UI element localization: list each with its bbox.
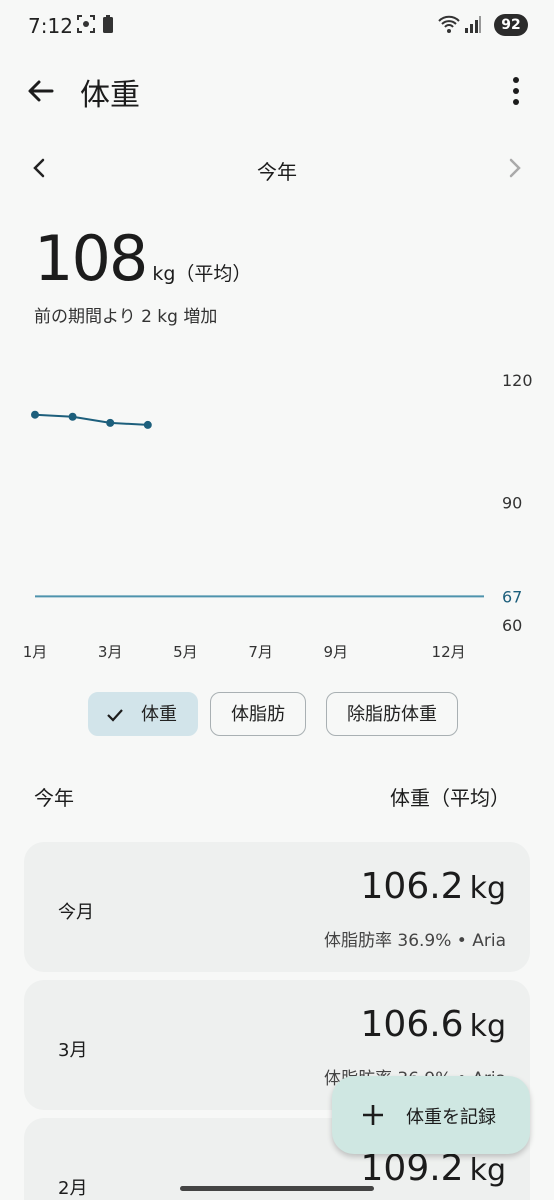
average-weight: 108 kg（平均） <box>34 222 251 295</box>
log-weight-label: 体重を記録 <box>406 1107 496 1128</box>
row-value-number: 109.2 <box>360 1148 464 1189</box>
period-label: 今年 <box>257 160 297 184</box>
battery-saver-icon <box>103 15 113 33</box>
x-tick-label: 1月 <box>23 643 48 661</box>
y-tick-label: 90 <box>502 494 522 513</box>
data-point <box>31 410 39 419</box>
x-tick-label: 12月 <box>432 643 466 661</box>
row-period: 2月 <box>58 1178 88 1199</box>
log-weight-button[interactable]: 体重を記録 <box>332 1076 530 1154</box>
status-time: 7:12 <box>28 14 73 38</box>
weight-change-text: 前の期間より 2 kg 増加 <box>34 307 218 327</box>
x-tick-label: 9月 <box>324 643 349 661</box>
row-value: 106.2 kg <box>361 866 506 907</box>
series-line <box>34 413 148 426</box>
chip-weight[interactable]: 体重 <box>88 692 198 736</box>
battery-level: 92 <box>494 14 528 36</box>
data-point <box>68 412 77 421</box>
chip-lean-mass-label: 除脂肪体重 <box>347 704 437 725</box>
list-header-period: 今年 <box>34 786 74 810</box>
average-weight-unit: kg（平均） <box>152 263 252 285</box>
row-period: 今月 <box>58 902 94 923</box>
list-item[interactable]: 今月 106.2 kg 体脂肪率 36.9% • Aria <box>24 842 530 972</box>
list-header-metric: 体重（平均） <box>390 786 510 810</box>
weight-chart[interactable]: 120 90 67 60 1月 3月 5月 7月 9月 12月 <box>0 360 554 670</box>
average-weight-value: 108 <box>34 222 148 295</box>
check-icon <box>107 709 123 722</box>
app-bar: 体重 <box>0 60 554 120</box>
row-value-number: 106.6 <box>360 1004 464 1045</box>
screenshot-icon <box>77 15 95 33</box>
row-value: 109.2 kg <box>361 1148 506 1189</box>
status-bar: 7:12 92 <box>0 0 554 52</box>
row-value: 106.6 kg <box>361 1004 506 1045</box>
chip-body-fat-label: 体脂肪 <box>231 704 285 725</box>
data-point <box>143 420 152 429</box>
list-header: 今年 体重（平均） <box>34 782 510 812</box>
x-tick-label: 3月 <box>98 643 123 661</box>
back-arrow-icon[interactable] <box>24 74 58 108</box>
chip-lean-mass[interactable]: 除脂肪体重 <box>326 692 458 736</box>
period-selector: 今年 <box>0 148 554 192</box>
row-value-unit: kg <box>469 871 506 906</box>
chip-weight-label: 体重 <box>141 704 177 725</box>
page-title: 体重 <box>80 78 140 113</box>
more-options-icon[interactable] <box>504 74 528 108</box>
x-tick-label: 5月 <box>173 643 198 661</box>
row-subtext: 体脂肪率 36.9% • Aria <box>323 931 506 951</box>
row-value-number: 106.2 <box>360 866 464 907</box>
x-tick-label: 7月 <box>248 643 273 661</box>
chip-body-fat[interactable]: 体脂肪 <box>210 692 306 736</box>
target-tick-label: 67 <box>502 587 522 606</box>
y-tick-label: 120 <box>502 371 533 390</box>
chevron-right-icon[interactable] <box>502 156 526 180</box>
data-point <box>106 418 115 427</box>
row-value-unit: kg <box>469 1009 506 1044</box>
gesture-bar[interactable] <box>180 1186 374 1191</box>
row-value-unit: kg <box>469 1153 506 1188</box>
row-period: 3月 <box>58 1040 88 1061</box>
wifi-icon <box>438 15 460 33</box>
plus-icon <box>363 1105 383 1125</box>
signal-icon <box>465 16 481 33</box>
y-tick-label: 60 <box>502 616 522 635</box>
